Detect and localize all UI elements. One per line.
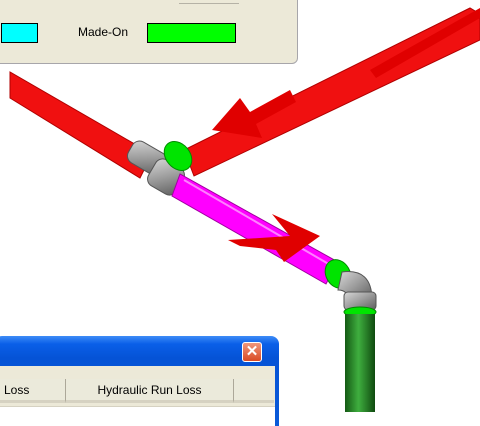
made-on-label: Made-On (78, 25, 129, 39)
drop-pipe[interactable] (345, 314, 375, 412)
column-header-loss[interactable]: Loss (0, 379, 66, 403)
legend-swatch-cyan[interactable] (1, 23, 38, 43)
column-header-next[interactable] (234, 379, 274, 403)
legend-swatch-made-on[interactable] (147, 23, 236, 43)
legend-panel: Made-On (0, 0, 298, 64)
legend-divider (179, 0, 239, 4)
close-icon[interactable]: ✕ (242, 342, 262, 362)
results-dialog: ✕ Loss Hydraulic Run Loss (0, 336, 279, 426)
dialog-body: Loss Hydraulic Run Loss (0, 366, 275, 426)
table-row[interactable] (0, 406, 275, 426)
column-header-hydraulic-run-loss[interactable]: Hydraulic Run Loss (66, 379, 234, 403)
selected-pipe[interactable] (171, 173, 339, 285)
elbow-fitting[interactable] (320, 255, 377, 318)
